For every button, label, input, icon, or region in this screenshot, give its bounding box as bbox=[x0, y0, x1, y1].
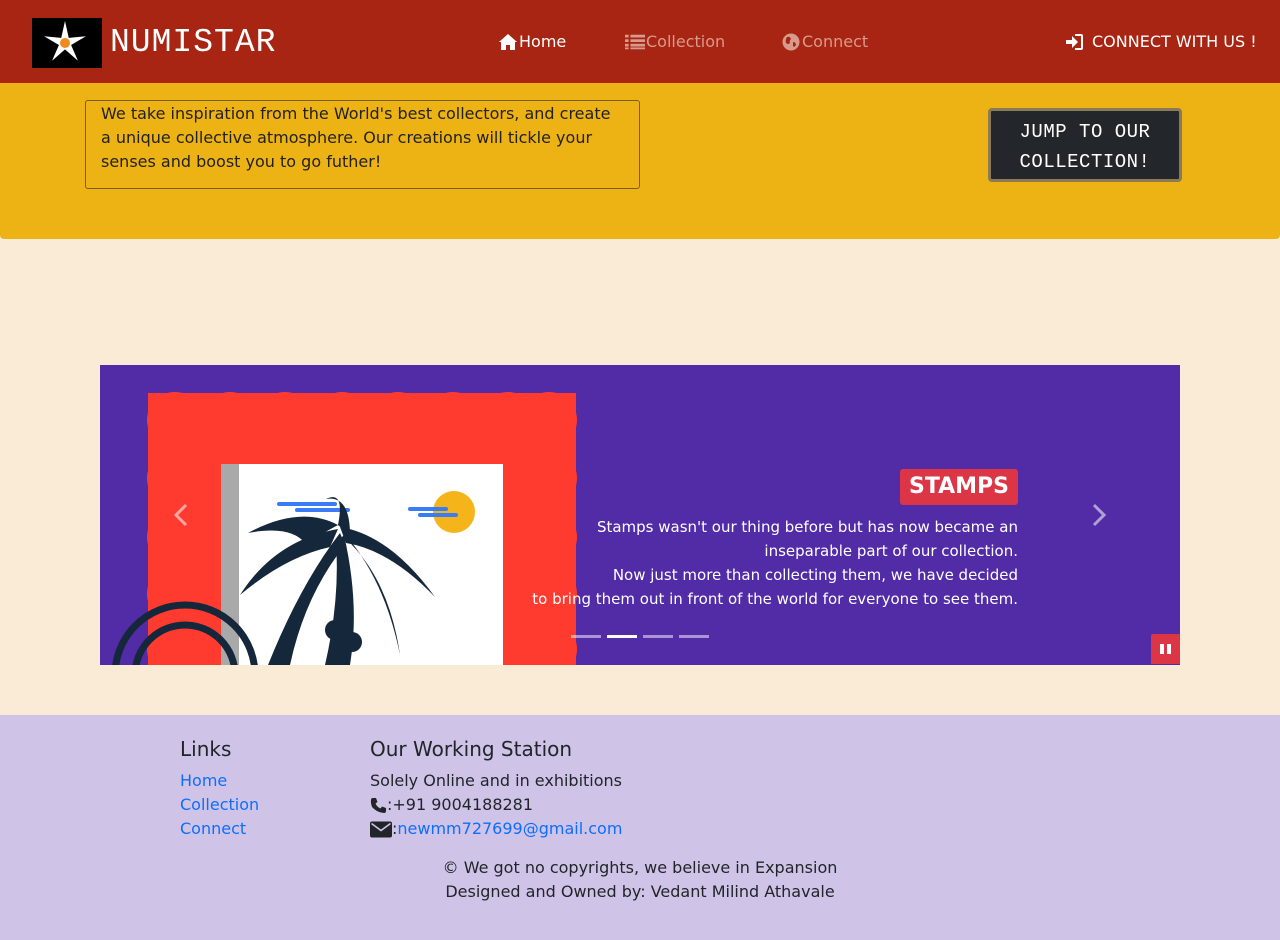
phone-number: :+91 9004188281 bbox=[387, 795, 534, 814]
caption-title: STAMPS bbox=[899, 469, 1018, 505]
carousel-caption: STAMPS Stamps wasn't our thing before bu… bbox=[498, 469, 1018, 611]
nav-connect-label: Connect bbox=[802, 32, 869, 51]
nav-home[interactable]: Home bbox=[498, 30, 566, 54]
hero-band: We take inspiration from the World's bes… bbox=[0, 83, 1280, 239]
nav-collection-label: Collection bbox=[646, 32, 726, 51]
chevron-right-icon bbox=[1092, 503, 1107, 527]
footer-phone: :+91 9004188281 bbox=[370, 793, 622, 817]
home-icon bbox=[499, 34, 517, 50]
stamps-carousel: STAMPS Stamps wasn't our thing before bu… bbox=[100, 365, 1180, 665]
star-logo-icon bbox=[32, 18, 102, 68]
nav-home-label: Home bbox=[519, 32, 567, 51]
owner-text: Designed and Owned by: Vedant Milind Ath… bbox=[445, 882, 835, 901]
footer-links-title: Links bbox=[180, 737, 232, 761]
footer-links-column: Links Home Collection Connect bbox=[180, 735, 259, 841]
footer-link-connect[interactable]: Connect bbox=[180, 817, 259, 841]
carousel-indicators bbox=[571, 635, 709, 638]
footer-link-collection[interactable]: Collection bbox=[180, 793, 259, 817]
caption-body: Stamps wasn't our thing before but has n… bbox=[498, 515, 1018, 611]
chevron-left-icon bbox=[173, 503, 188, 527]
sign-in-icon bbox=[1066, 34, 1083, 50]
navbar: NUMISTAR Home Collection Connect CONNECT… bbox=[0, 0, 1280, 83]
carousel-indicator-1[interactable] bbox=[571, 635, 601, 638]
jump-to-collection-button[interactable]: JUMP TO OUR COLLECTION! bbox=[988, 108, 1182, 182]
intro-text: We take inspiration from the World's bes… bbox=[85, 100, 640, 189]
footer: Links Home Collection Connect Our Workin… bbox=[0, 715, 1280, 940]
pause-icon bbox=[1160, 644, 1171, 654]
phone-icon bbox=[370, 797, 386, 813]
caption-line: Stamps wasn't our thing before but has n… bbox=[596, 518, 1018, 536]
carousel-indicator-3[interactable] bbox=[643, 635, 673, 638]
carousel-indicator-2[interactable] bbox=[607, 635, 637, 638]
caption-line: to bring them out in front of the world … bbox=[532, 590, 1018, 608]
footer-email: : newmm727699@gmail.com bbox=[370, 817, 622, 841]
carousel-indicator-4[interactable] bbox=[679, 635, 709, 638]
caption-line: inseparable part of our collection. bbox=[764, 542, 1018, 560]
carousel-next-button[interactable] bbox=[1087, 501, 1111, 529]
caption-line: Now just more than collecting them, we h… bbox=[612, 566, 1018, 584]
carousel-prev-button[interactable] bbox=[169, 501, 193, 529]
globe-icon bbox=[782, 33, 800, 51]
copyright-text: © We got no copyrights, we believe in Ex… bbox=[442, 858, 838, 877]
connect-with-us-link[interactable]: CONNECT WITH US ! bbox=[1065, 30, 1257, 54]
list-icon bbox=[625, 34, 645, 50]
carousel-pause-button[interactable] bbox=[1151, 634, 1180, 664]
footer-station-column: Our Working Station Solely Online and in… bbox=[370, 735, 622, 841]
nav-connect[interactable]: Connect bbox=[781, 30, 868, 54]
footer-link-home[interactable]: Home bbox=[180, 769, 259, 793]
footer-station-title: Our Working Station bbox=[370, 737, 573, 761]
nav-collection[interactable]: Collection bbox=[625, 30, 725, 54]
email-link[interactable]: newmm727699@gmail.com bbox=[397, 817, 622, 841]
footer-station-text: Solely Online and in exhibitions bbox=[370, 771, 622, 790]
copyright: © We got no copyrights, we believe in Ex… bbox=[0, 856, 1280, 904]
brand-name[interactable]: NUMISTAR bbox=[110, 20, 276, 66]
brand[interactable]: NUMISTAR bbox=[32, 18, 276, 68]
connect-with-us-label: CONNECT WITH US ! bbox=[1092, 32, 1257, 51]
envelope-icon bbox=[370, 821, 392, 837]
